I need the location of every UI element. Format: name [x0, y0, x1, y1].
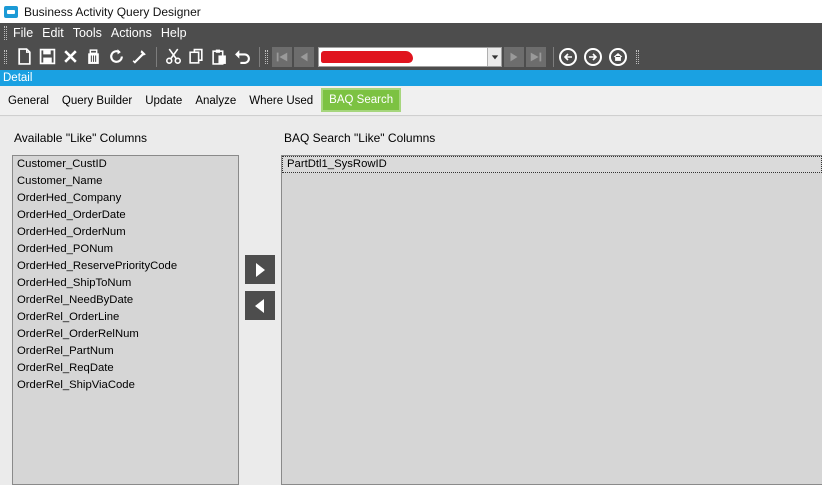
undo-all-icon[interactable]: [128, 46, 150, 68]
back-icon[interactable]: [559, 47, 577, 66]
list-item[interactable]: Customer_CustID: [13, 156, 238, 173]
tab-strip: General Query Builder Update Analyze Whe…: [0, 86, 822, 116]
last-record-icon[interactable]: [526, 46, 546, 67]
baq-search-panel: Available "Like" Columns Customer_CustID…: [0, 117, 822, 485]
tab-analyze[interactable]: Analyze: [190, 85, 241, 115]
list-item[interactable]: OrderHed_ShipToNum: [13, 275, 238, 292]
search-columns-list[interactable]: PartDtl1_SysRowID: [281, 155, 822, 485]
app-icon: [4, 5, 18, 18]
save-icon[interactable]: [36, 46, 58, 68]
menu-bar: File Edit Tools Actions Help: [0, 23, 822, 43]
cut-icon[interactable]: [162, 46, 184, 68]
list-item[interactable]: OrderHed_Company: [13, 190, 238, 207]
menu-grip-icon[interactable]: [4, 26, 7, 40]
record-combo[interactable]: [318, 46, 502, 67]
menu-edit[interactable]: Edit: [42, 26, 64, 40]
list-item[interactable]: PartDtl1_SysRowID: [282, 156, 822, 173]
toolbar-separator: [156, 46, 157, 67]
menu-tools[interactable]: Tools: [73, 26, 102, 40]
forward-icon[interactable]: [584, 47, 602, 66]
toolbar-separator: [259, 46, 260, 67]
available-columns-list[interactable]: Customer_CustID Customer_Name OrderHed_C…: [12, 155, 239, 485]
list-item[interactable]: OrderRel_OrderLine: [13, 309, 238, 326]
menu-help[interactable]: Help: [161, 26, 187, 40]
copy-icon[interactable]: [185, 46, 207, 68]
available-columns-label: Available "Like" Columns: [14, 131, 148, 145]
tab-baq-search[interactable]: BAQ Search: [321, 88, 402, 112]
clear-icon[interactable]: [82, 46, 104, 68]
chevron-down-icon[interactable]: [487, 47, 501, 66]
list-item[interactable]: OrderRel_OrderRelNum: [13, 326, 238, 343]
tab-general[interactable]: General: [3, 85, 54, 115]
window-title: Business Activity Query Designer: [24, 4, 201, 19]
list-item[interactable]: OrderHed_ReservePriorityCode: [13, 258, 238, 275]
toolbar: [0, 43, 822, 70]
list-item[interactable]: OrderRel_NeedByDate: [13, 292, 238, 309]
delete-icon[interactable]: [59, 46, 81, 68]
list-item[interactable]: OrderRel_ReqDate: [13, 360, 238, 377]
remove-column-button[interactable]: [245, 291, 275, 320]
refresh-icon[interactable]: [105, 46, 127, 68]
tab-where-used[interactable]: Where Used: [244, 85, 318, 115]
menu-actions[interactable]: Actions: [111, 26, 152, 40]
menu-file[interactable]: File: [13, 26, 33, 40]
undo-icon[interactable]: [231, 46, 253, 68]
title-bar: Business Activity Query Designer: [0, 0, 822, 23]
toolbar-grip-icon[interactable]: [265, 49, 268, 64]
list-item[interactable]: OrderHed_PONum: [13, 241, 238, 258]
tab-update[interactable]: Update: [140, 85, 187, 115]
toolbar-grip-icon[interactable]: [4, 49, 7, 64]
home-icon[interactable]: [609, 47, 627, 66]
search-columns-label: BAQ Search "Like" Columns: [284, 131, 436, 145]
toolbar-separator: [553, 46, 554, 67]
paste-icon[interactable]: [208, 46, 230, 68]
next-record-icon[interactable]: [504, 46, 524, 67]
list-item[interactable]: Customer_Name: [13, 173, 238, 190]
redacted-value: [321, 50, 413, 63]
arrow-right-icon: [256, 262, 265, 277]
detail-bar: Detail: [0, 70, 822, 86]
add-column-button[interactable]: [245, 255, 275, 284]
list-item[interactable]: OrderRel_ShipViaCode: [13, 377, 238, 394]
first-record-icon[interactable]: [272, 46, 292, 67]
new-icon[interactable]: [13, 46, 35, 68]
list-item[interactable]: OrderHed_OrderDate: [13, 207, 238, 224]
previous-record-icon[interactable]: [294, 46, 314, 67]
arrow-left-icon: [255, 298, 264, 313]
tab-query-builder[interactable]: Query Builder: [57, 85, 137, 115]
toolbar-grip-icon[interactable]: [636, 49, 639, 64]
list-item[interactable]: OrderHed_OrderNum: [13, 224, 238, 241]
list-item[interactable]: OrderRel_PartNum: [13, 343, 238, 360]
